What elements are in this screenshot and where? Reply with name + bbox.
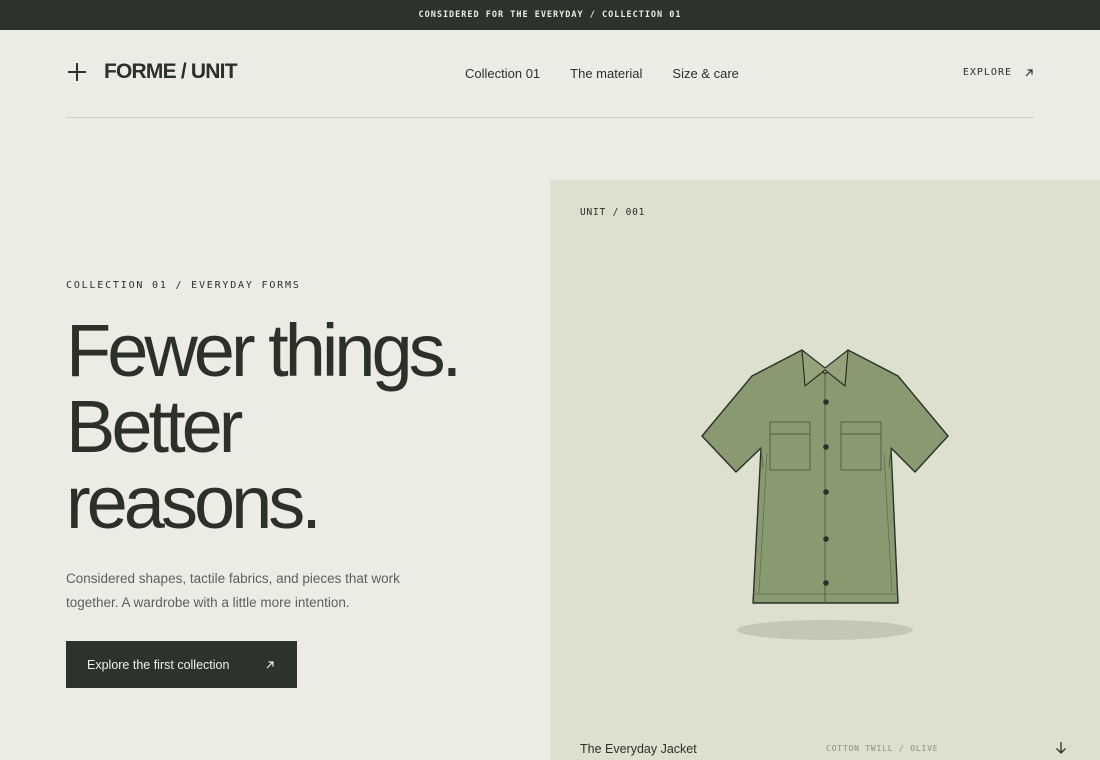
jacket-shadow xyxy=(737,620,913,640)
brand-logo[interactable]: FORME / UNIT xyxy=(66,60,238,84)
hero-eyebrow: COLLECTION 01 / EVERYDAY FORMS xyxy=(66,280,301,291)
unit-label: UNIT / 001 xyxy=(580,207,646,218)
brand-name: FORME / UNIT xyxy=(104,60,238,83)
product-material: COTTON TWILL / OLIVE xyxy=(826,744,939,753)
hero-description: Considered shapes, tactile fabrics, and … xyxy=(66,571,400,610)
jacket-button xyxy=(823,444,829,450)
arrow-up-right-icon xyxy=(1025,68,1033,76)
jacket-button xyxy=(823,399,829,405)
jacket-button xyxy=(823,489,829,495)
nav-item-material[interactable]: The material xyxy=(570,66,642,81)
jacket-illustration xyxy=(701,349,949,640)
explore-collection-button[interactable]: Explore the first collection xyxy=(66,641,297,688)
jacket-button xyxy=(823,580,829,586)
explore-link[interactable]: EXPLORE xyxy=(963,67,1034,78)
arrow-down-icon[interactable] xyxy=(1055,741,1067,755)
product-name: The Everyday Jacket xyxy=(580,742,697,756)
hero-headline: Fewer things. Better reasons. xyxy=(66,313,536,541)
main-nav: Collection 01 The material Size & care xyxy=(465,66,769,81)
headline-line-3: reasons. xyxy=(66,461,322,544)
jacket-button xyxy=(823,536,829,542)
nav-item-size-care[interactable]: Size & care xyxy=(672,66,738,81)
cta-label: Explore the first collection xyxy=(87,657,230,672)
announcement-bar: CONSIDERED FOR THE EVERYDAY / COLLECTION… xyxy=(0,0,1100,30)
arrow-up-right-icon xyxy=(266,660,274,668)
announcement-text: CONSIDERED FOR THE EVERYDAY / COLLECTION… xyxy=(418,10,682,20)
site-header: FORME / UNIT Collection 01 The material … xyxy=(66,30,1034,118)
plus-icon xyxy=(68,61,90,83)
product-card[interactable]: UNIT / 001 The Everyday Jacket COTTON TW… xyxy=(550,180,1100,760)
nav-item-collection[interactable]: Collection 01 xyxy=(465,66,540,81)
explore-label: EXPLORE xyxy=(962,67,1012,78)
headline-line-2: Better xyxy=(66,385,243,468)
headline-line-1: Fewer things. xyxy=(66,309,462,392)
